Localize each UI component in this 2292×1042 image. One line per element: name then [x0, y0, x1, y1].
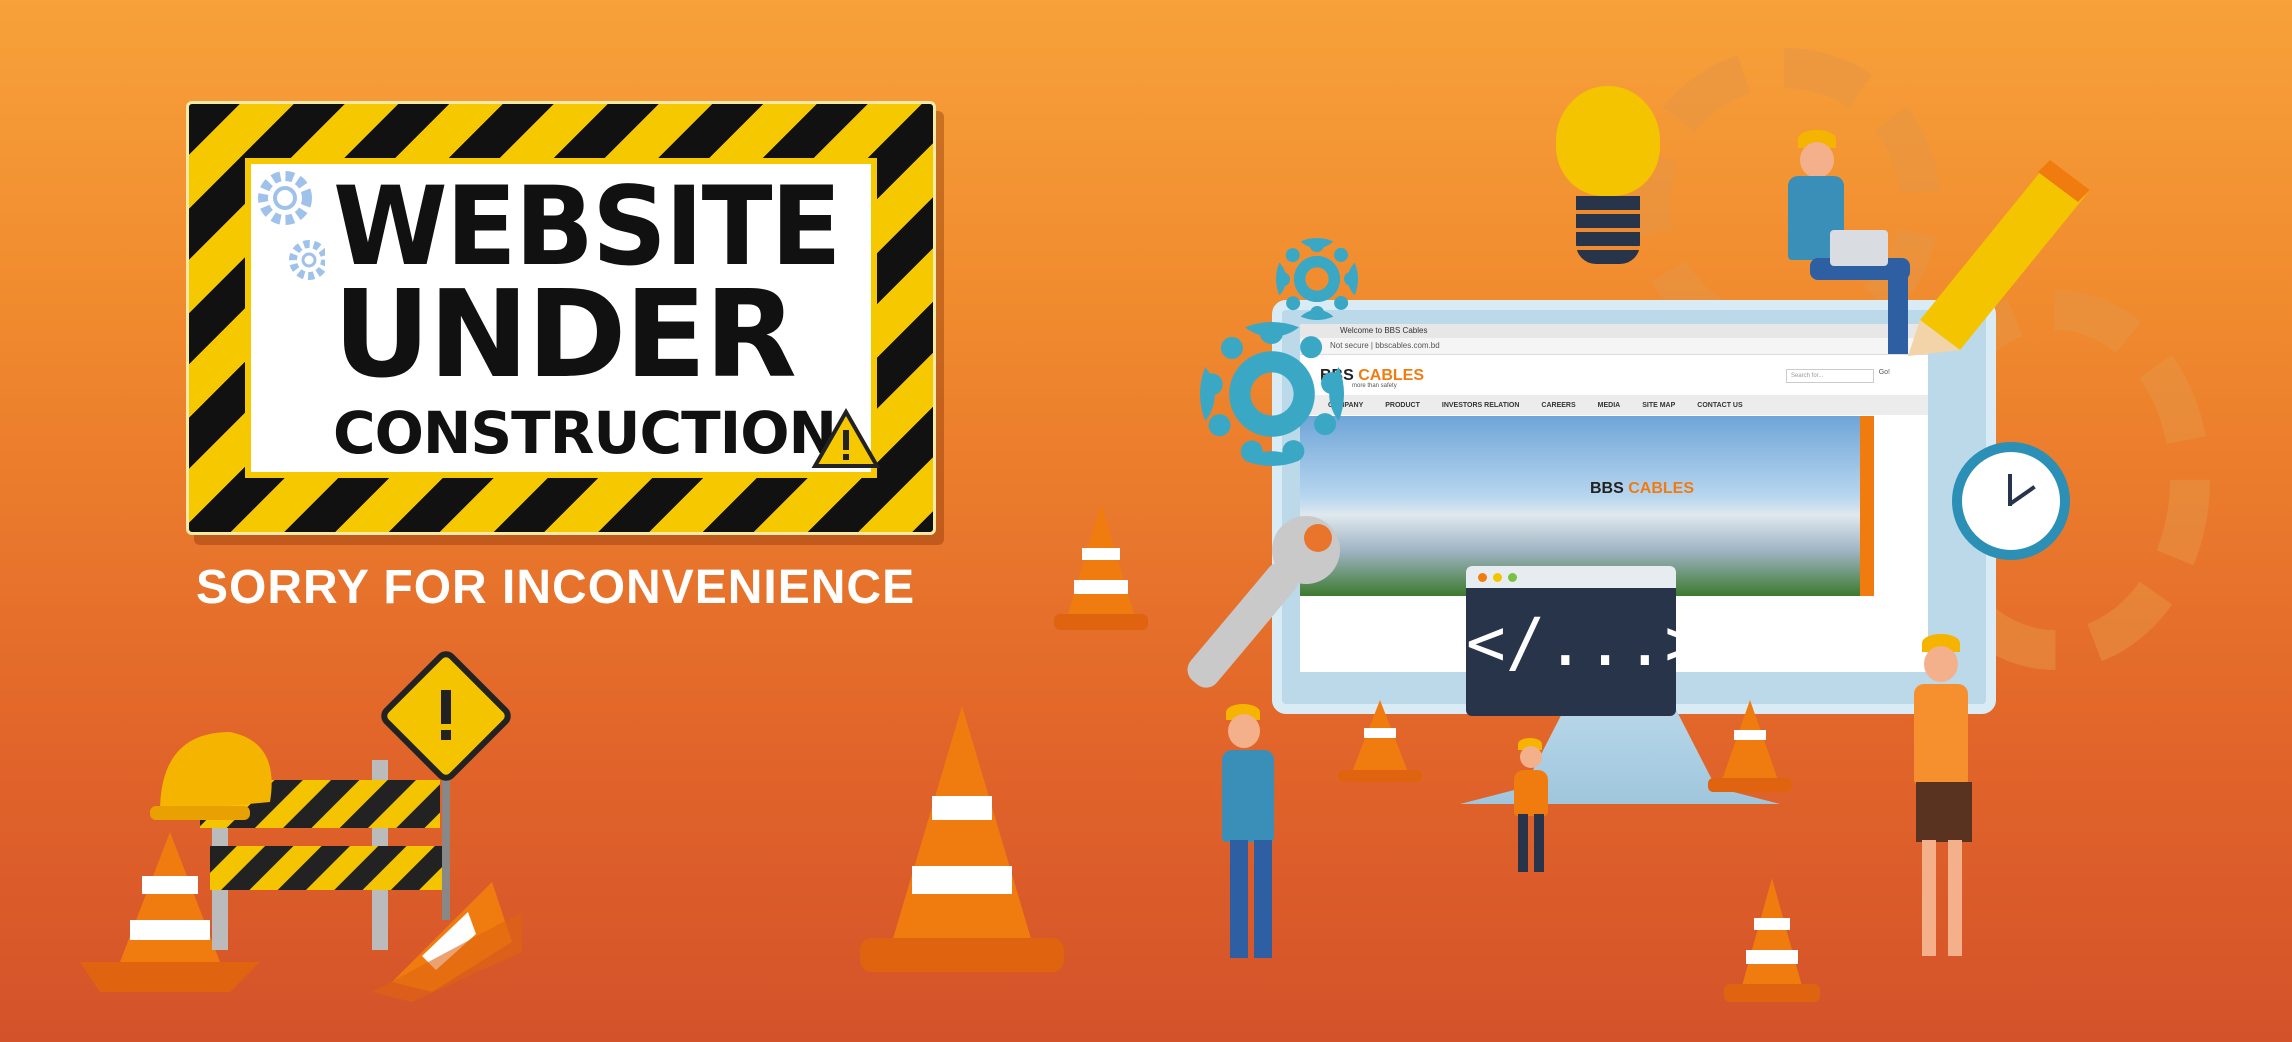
- traffic-cone-icon: [860, 706, 1064, 972]
- code-window: </...>: [1466, 566, 1705, 716]
- small-worker: [1502, 724, 1562, 874]
- window-dot-icon: [1493, 573, 1502, 582]
- warning-triangle-icon: [811, 408, 881, 468]
- site-header: BBS CABLES more than safety Search for..…: [1300, 355, 1928, 395]
- light-bulb-icon: [1556, 86, 1660, 196]
- security-label: Not secure: [1330, 341, 1369, 350]
- site-go-button: Go!: [1878, 369, 1890, 376]
- traffic-cone-icon: [1724, 878, 1820, 1002]
- nav-item-sitemap: SITE MAP: [1642, 401, 1676, 409]
- clock-hand: [2008, 485, 2036, 506]
- traffic-cone-icon: [1054, 504, 1148, 630]
- light-bulb-base: [1576, 196, 1640, 264]
- hero-logo-cables: CABLES: [1628, 480, 1695, 497]
- nav-item-careers: CAREERS: [1541, 401, 1576, 409]
- worker-lifting-wrench: [1196, 660, 1316, 960]
- stopwatch-icon: [1952, 442, 2070, 560]
- nav-item-contact: CONTACT US: [1697, 401, 1743, 409]
- code-symbol: </...>: [1466, 604, 1705, 681]
- traffic-cone-icon: [1708, 700, 1792, 792]
- gear-icon: [258, 171, 325, 280]
- hero-logo: BBS CABLES: [1590, 480, 1694, 498]
- pencil-icon: [1908, 160, 2090, 356]
- window-dot-icon: [1478, 573, 1487, 582]
- traffic-cone-icon: [1338, 700, 1422, 782]
- code-window-titlebar: [1466, 566, 1676, 588]
- laptop-icon: [1830, 230, 1888, 266]
- worker-pointing: [1886, 634, 1996, 964]
- hero-logo-bbs: BBS: [1590, 480, 1624, 497]
- worker-with-laptop: [1780, 130, 1910, 360]
- sign-line-website: WEBSITE: [333, 161, 842, 291]
- nav-item-product: PRODUCT: [1385, 401, 1420, 409]
- site-nav: COMPANY PRODUCT INVESTORS RELATION CAREE…: [1300, 395, 1928, 415]
- under-construction-sign: WEBSITE UNDER CONSTRUCTION: [186, 101, 936, 535]
- window-dot-icon: [1508, 573, 1517, 582]
- nav-item-media: MEDIA: [1597, 401, 1621, 409]
- logo-cables: CABLES: [1358, 367, 1425, 384]
- sorry-message: SORRY FOR INCONVENIENCE: [196, 561, 916, 614]
- url-text: bbscables.com.bd: [1375, 341, 1440, 350]
- site-search-input: Search for...: [1786, 369, 1874, 383]
- sign-line-construction: CONSTRUCTION: [333, 399, 837, 467]
- sign-line-under: UNDER: [333, 266, 797, 405]
- hard-hat-icon: [150, 732, 272, 820]
- sign-panel: WEBSITE UNDER CONSTRUCTION: [245, 158, 881, 478]
- nav-item-investors: INVESTORS RELATION: [1441, 401, 1520, 409]
- hero-side-bar: [1860, 416, 1874, 596]
- gear-icon: [1200, 322, 1344, 466]
- site-tagline: more than safety: [1352, 383, 1397, 389]
- gear-icon: [1276, 238, 1358, 320]
